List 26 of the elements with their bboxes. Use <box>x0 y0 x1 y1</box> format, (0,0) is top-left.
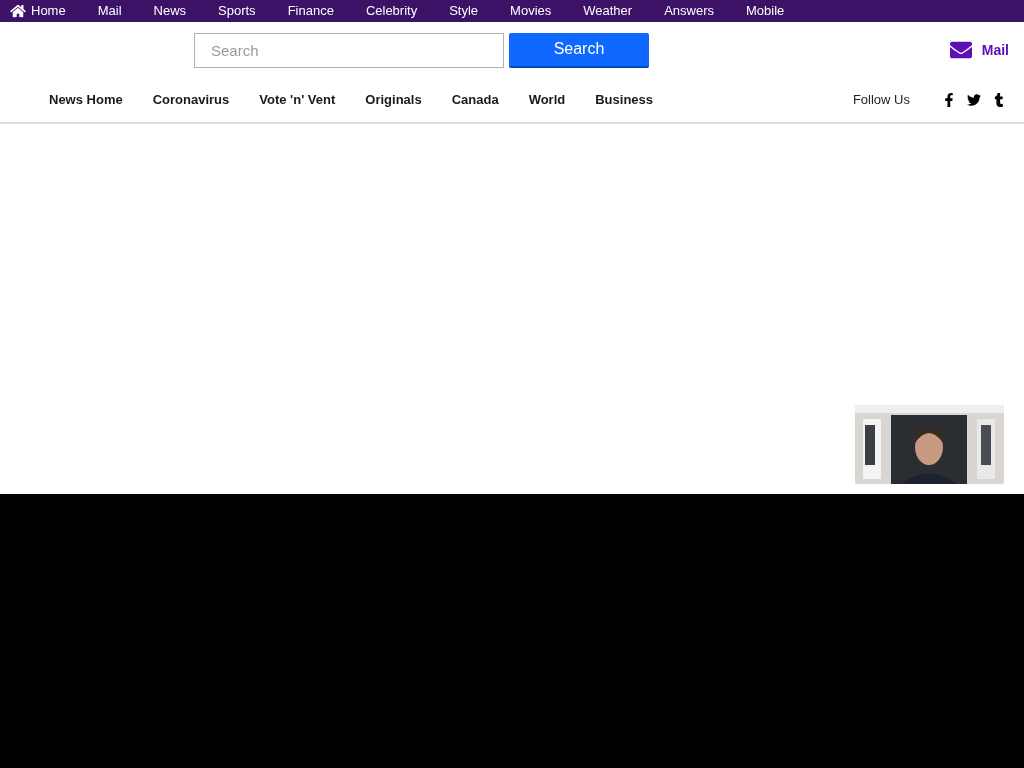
section-nav-link[interactable]: Business <box>595 90 654 110</box>
top-nav-link[interactable]: Finance <box>287 1 334 21</box>
section-nav-link[interactable]: Coronavirus <box>152 90 230 110</box>
top-nav-link[interactable]: Celebrity <box>365 1 418 21</box>
top-nav-link[interactable]: News <box>153 1 187 21</box>
twitter-icon[interactable] <box>966 93 982 107</box>
home-icon <box>10 4 26 18</box>
top-nav-link[interactable]: Answers <box>664 1 715 21</box>
top-nav-link[interactable]: Weather <box>583 1 633 21</box>
section-nav-link[interactable]: Originals <box>365 90 422 110</box>
section-nav-link[interactable]: World <box>528 90 566 110</box>
mail-link[interactable]: Mail <box>946 39 1009 61</box>
top-nav-link[interactable]: Mail <box>97 1 122 21</box>
tumblr-icon[interactable] <box>994 93 1004 107</box>
top-nav-link[interactable]: Style <box>449 1 479 21</box>
top-nav-link[interactable]: Mobile <box>746 1 785 21</box>
follow-us-label: Follow Us <box>852 91 910 110</box>
search-button[interactable]: Search <box>509 32 649 68</box>
section-nav-link[interactable]: News Home <box>49 90 123 110</box>
top-nav-link[interactable]: Movies <box>510 1 552 21</box>
top-nav-link[interactable]: Home <box>10 1 66 21</box>
top-nav-link[interactable]: Sports <box>218 1 256 21</box>
search-field[interactable]: Search <box>194 32 504 68</box>
section-nav-link[interactable]: Canada <box>451 90 499 110</box>
facebook-icon[interactable] <box>944 93 954 107</box>
section-nav-link[interactable]: Vote 'n' Vent <box>259 90 336 110</box>
